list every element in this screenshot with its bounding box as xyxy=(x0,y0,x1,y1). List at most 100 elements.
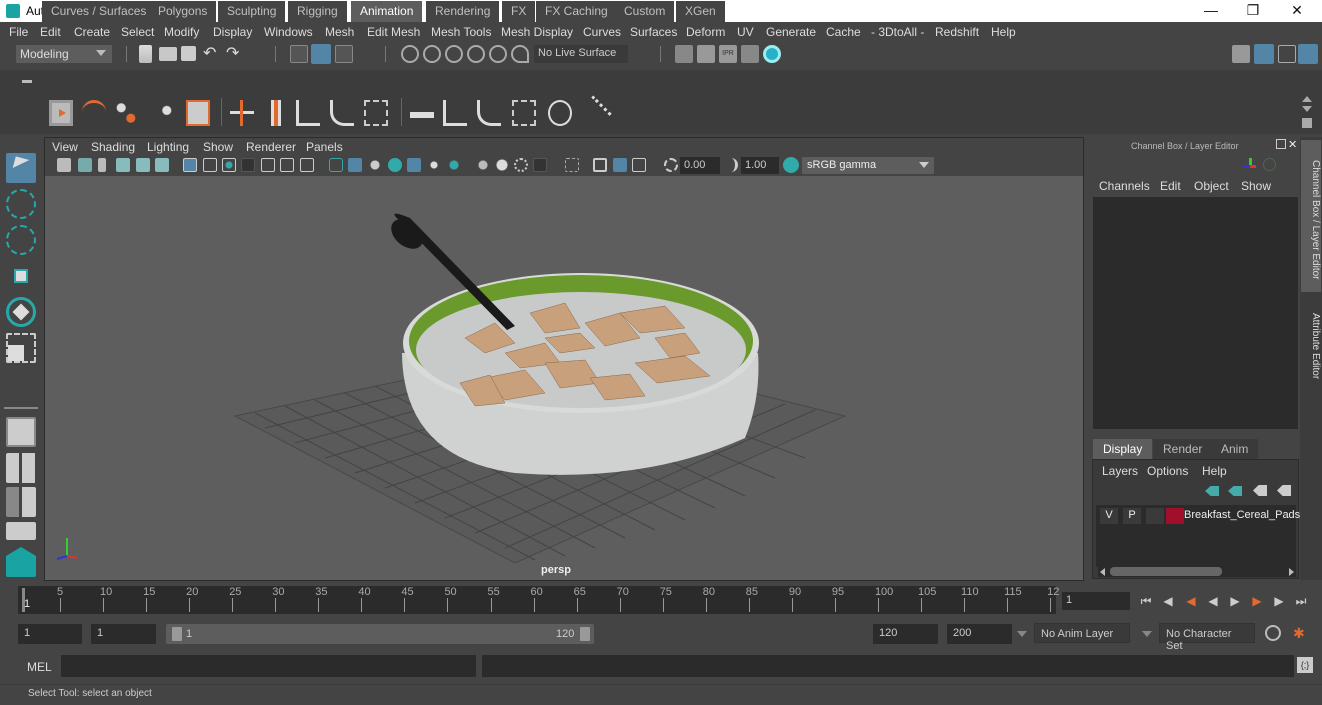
rotate-tool-icon[interactable] xyxy=(6,297,36,327)
shelf-tab-rendering[interactable]: Rendering xyxy=(426,1,500,22)
menu-edit[interactable]: Edit xyxy=(40,25,61,39)
scale-tool-icon[interactable] xyxy=(6,333,36,363)
side-tab-attribute-editor[interactable]: Attribute Editor xyxy=(1301,296,1321,388)
camera-attributes-icon[interactable] xyxy=(78,158,92,172)
menu-deform[interactable]: Deform xyxy=(686,25,725,39)
channel-box-menu-edit[interactable]: Edit xyxy=(1160,179,1181,193)
render-settings-icon[interactable] xyxy=(741,45,759,63)
layer-menu-layers[interactable]: Layers xyxy=(1102,464,1138,478)
scene-canvas[interactable] xyxy=(45,138,1085,582)
select-by-hierarchy-icon[interactable] xyxy=(290,45,308,63)
isolate-select-icon[interactable] xyxy=(533,158,547,172)
viewport-menu-view[interactable]: View xyxy=(52,140,78,154)
shelf-tab-polygons[interactable]: Polygons xyxy=(149,1,217,22)
viewport-menu-lighting[interactable]: Lighting xyxy=(147,140,189,154)
animation-end-field[interactable]: 200 xyxy=(947,624,1012,644)
redo-icon[interactable]: ↷ xyxy=(226,46,244,64)
menu-surfaces[interactable]: Surfaces xyxy=(630,25,677,39)
depth-of-field-icon[interactable] xyxy=(514,158,528,172)
menu-generate[interactable]: Generate xyxy=(766,25,816,39)
channel-box-toggle-icon[interactable] xyxy=(1298,44,1318,64)
shelf-menu-icon[interactable] xyxy=(22,80,32,83)
layer-display-type-toggle[interactable] xyxy=(1146,508,1164,524)
open-scene-icon[interactable] xyxy=(159,47,177,61)
gamma-field[interactable]: 1.00 xyxy=(741,157,779,174)
menu-windows[interactable]: Windows xyxy=(264,25,313,39)
grease-pencil-icon[interactable] xyxy=(155,158,169,172)
menu-set-dropdown[interactable]: Modeling xyxy=(16,45,112,63)
aim-constraint-icon[interactable] xyxy=(548,100,572,126)
set-key-icon[interactable] xyxy=(230,100,254,126)
viewport-panel[interactable] xyxy=(44,137,1084,581)
move-tool-icon[interactable] xyxy=(6,261,36,291)
channel-box-menu-channels[interactable]: Channels xyxy=(1099,179,1150,193)
snap-to-surfaces-icon[interactable] xyxy=(511,45,529,63)
render-current-frame-icon[interactable] xyxy=(697,45,715,63)
xray-components-icon[interactable] xyxy=(613,158,627,172)
multisample-aa-icon[interactable] xyxy=(495,158,509,172)
side-tab-channel-box[interactable]: Channel Box / Layer Editor xyxy=(1301,140,1321,292)
menu-edit-mesh[interactable]: Edit Mesh xyxy=(367,25,420,39)
animation-start-field[interactable]: 1 xyxy=(18,624,82,644)
smooth-shade-icon[interactable] xyxy=(348,158,362,172)
shelf-tab-xgen[interactable]: XGen xyxy=(676,1,725,22)
resolution-gate-icon[interactable] xyxy=(222,158,236,172)
close-button[interactable]: ✕ xyxy=(1282,2,1312,20)
orient-constraint-icon[interactable] xyxy=(477,100,501,126)
hypershade-icon[interactable] xyxy=(763,45,781,63)
set-breakdown-icon[interactable] xyxy=(264,100,288,126)
range-start-handle[interactable] xyxy=(172,627,182,641)
menu-select[interactable]: Select xyxy=(121,25,154,39)
scroll-left-icon[interactable] xyxy=(1100,568,1105,576)
wireframe-icon[interactable] xyxy=(329,158,343,172)
menu-help[interactable]: Help xyxy=(991,25,1016,39)
menu-mesh-tools[interactable]: Mesh Tools xyxy=(431,25,491,39)
step-back-key-icon[interactable]: ◀ xyxy=(1183,593,1199,609)
manipulator-toggle-icon[interactable] xyxy=(1263,158,1276,171)
menu-mesh-display[interactable]: Mesh Display xyxy=(501,25,573,39)
command-input[interactable] xyxy=(61,655,476,677)
gate-mask-icon[interactable] xyxy=(241,158,255,172)
use-all-lights-icon[interactable] xyxy=(407,158,421,172)
grid-toggle-icon[interactable] xyxy=(183,158,197,172)
point-constraint-icon[interactable] xyxy=(443,100,467,126)
layer-row[interactable]: V P Breakfast_Cereal_Pads xyxy=(1098,506,1300,526)
menu-modify[interactable]: Modify xyxy=(164,25,199,39)
render-view-icon[interactable] xyxy=(675,45,693,63)
range-end-handle[interactable] xyxy=(580,627,590,641)
restore-button[interactable]: ❐ xyxy=(1238,2,1268,20)
snap-to-curves-icon[interactable] xyxy=(423,45,441,63)
color-management-icon[interactable] xyxy=(783,157,799,173)
anim-layer-chevron-icon[interactable] xyxy=(1017,631,1027,637)
play-forwards-icon[interactable]: ▶ xyxy=(1227,593,1243,609)
motion-trail-icon[interactable] xyxy=(114,100,138,126)
close-panel-icon[interactable]: ✕ xyxy=(1288,138,1297,151)
step-forward-frame-icon[interactable]: ▶ xyxy=(1271,593,1287,609)
layer-tab-anim[interactable]: Anim xyxy=(1211,439,1259,459)
layer-horizontal-scrollbar[interactable] xyxy=(1098,566,1296,577)
scale-constraint-icon[interactable] xyxy=(512,100,536,126)
ghost-icon[interactable] xyxy=(82,100,106,126)
layer-name[interactable]: Breakfast_Cereal_Pads xyxy=(1184,509,1300,521)
field-chart-icon[interactable] xyxy=(261,158,275,172)
layer-visibility-toggle[interactable]: V xyxy=(1100,508,1118,524)
playback-end-field[interactable]: 120 xyxy=(873,624,938,644)
go-to-start-icon[interactable]: ⏮ xyxy=(1138,593,1154,609)
float-panel-icon[interactable] xyxy=(1276,139,1286,149)
layer-tab-render[interactable]: Render xyxy=(1153,439,1213,459)
unghost-icon[interactable] xyxy=(150,100,174,126)
menu-create[interactable]: Create xyxy=(74,25,110,39)
single-perspective-view-icon[interactable] xyxy=(6,417,36,447)
shelf-tab-rigging[interactable]: Rigging xyxy=(288,1,347,22)
menu-file[interactable]: File xyxy=(9,25,28,39)
toggle-hud-icon[interactable] xyxy=(632,158,646,172)
menu-display[interactable]: Display xyxy=(213,25,252,39)
character-set-dropdown[interactable]: No Character Set xyxy=(1159,623,1255,652)
shelf-tab-animation[interactable]: Animation xyxy=(351,1,423,22)
step-forward-key-icon[interactable]: ▶ xyxy=(1249,593,1265,609)
menu-uv[interactable]: UV xyxy=(737,25,754,39)
motion-blur-icon[interactable] xyxy=(476,158,490,172)
channel-box-area[interactable] xyxy=(1093,197,1298,429)
shelf-tab-custom[interactable]: Custom xyxy=(615,1,675,22)
shelf-scroll-down-icon[interactable] xyxy=(1302,106,1312,112)
